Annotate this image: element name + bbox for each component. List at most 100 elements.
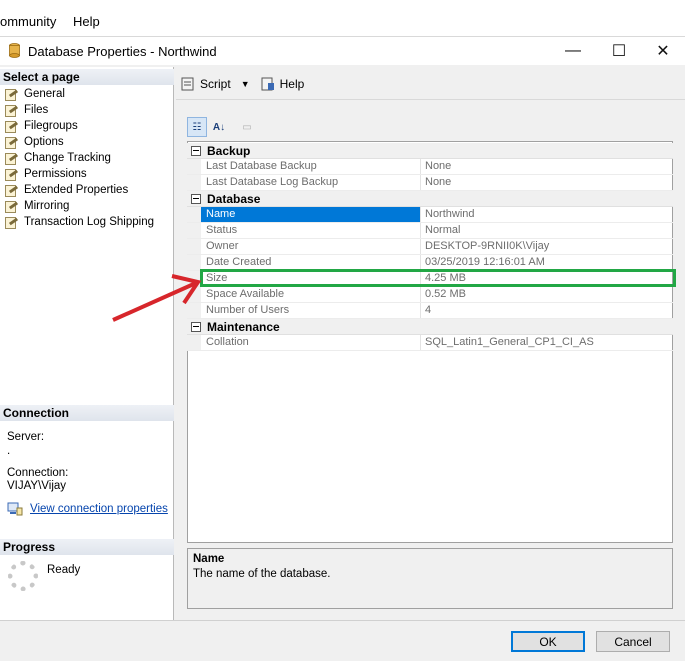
property-name: Status	[201, 223, 421, 238]
property-pages-button[interactable]: ▭	[237, 117, 257, 137]
database-icon	[9, 43, 20, 58]
title-bar: Database Properties - Northwind — ☐ ✕	[0, 37, 685, 65]
collapse-icon[interactable]	[191, 321, 201, 332]
property-name: Last Database Backup	[201, 159, 421, 174]
size-highlight-box	[200, 269, 676, 287]
maximize-button[interactable]: ☐	[596, 37, 642, 65]
description-panel: Name The name of the database.	[187, 548, 673, 609]
minimize-button[interactable]: —	[550, 37, 596, 65]
page-item-files[interactable]: Files	[0, 102, 174, 118]
category-maintenance[interactable]: Maintenance	[187, 319, 673, 335]
script-label: Script	[200, 77, 231, 91]
page-wrench-icon	[3, 103, 20, 117]
progress-header: Progress	[0, 539, 174, 555]
property-row[interactable]: Status Normal	[187, 223, 673, 239]
help-icon	[261, 77, 274, 91]
view-connection-properties[interactable]: View connection properties	[7, 502, 168, 516]
database-properties-dialog: Database Properties - Northwind — ☐ ✕ Se…	[0, 36, 685, 661]
property-value: SQL_Latin1_General_CP1_CI_AS	[425, 336, 594, 348]
page-item-label: Permissions	[24, 168, 87, 180]
property-row-selected[interactable]: Name Northwind	[187, 207, 673, 223]
category-label: Database	[207, 191, 261, 206]
page-wrench-icon	[3, 87, 20, 101]
page-item-label: Filegroups	[24, 120, 78, 132]
category-label: Maintenance	[207, 319, 280, 334]
property-name: Last Database Log Backup	[201, 175, 421, 190]
description-text: The name of the database.	[193, 568, 331, 580]
property-value: DESKTOP-9RNII0K\Vijay	[425, 240, 550, 252]
connection-label: Connection:	[7, 467, 69, 479]
connection-header: Connection	[0, 405, 174, 421]
help-button[interactable]: Help	[260, 76, 305, 92]
property-pages-icon: ▭	[242, 121, 252, 133]
select-page-header: Select a page	[0, 69, 174, 85]
connection-value: VIJAY\Vijay	[7, 480, 67, 492]
view-connection-link[interactable]: View connection properties	[30, 503, 168, 515]
page-item-permissions[interactable]: Permissions	[0, 166, 174, 182]
property-row[interactable]: Last Database Backup None	[187, 159, 673, 175]
ok-button[interactable]: OK	[511, 631, 585, 652]
script-button[interactable]: Script ▼	[180, 76, 250, 92]
alphabetical-button[interactable]: A↓	[209, 117, 229, 137]
property-row[interactable]: Number of Users 4	[187, 303, 673, 319]
property-value: None	[425, 176, 452, 188]
page-wrench-icon	[3, 151, 20, 165]
property-value: 4	[425, 304, 432, 316]
menu-help[interactable]: Help	[73, 14, 100, 29]
collapse-icon[interactable]	[191, 193, 201, 204]
page-item-transaction-log-shipping[interactable]: Transaction Log Shipping	[0, 214, 174, 230]
close-button[interactable]: ✕	[640, 37, 685, 65]
progress-spinner-icon	[8, 561, 38, 591]
property-value: Normal	[425, 224, 461, 236]
property-name: Collation	[201, 335, 421, 350]
property-value: 03/25/2019 12:16:01 AM	[425, 256, 545, 268]
page-item-label: Files	[24, 104, 49, 116]
property-row[interactable]: Last Database Log Backup None	[187, 175, 673, 191]
cancel-button[interactable]: Cancel	[596, 631, 670, 652]
page-wrench-icon	[3, 135, 20, 149]
page-item-extended-properties[interactable]: Extended Properties	[0, 182, 174, 198]
page-wrench-icon	[3, 199, 20, 213]
property-value: Northwind	[425, 208, 475, 220]
property-name: Space Available	[201, 287, 421, 302]
toolbar: Script ▼ Help	[180, 73, 304, 95]
page-item-label: Options	[24, 136, 64, 148]
grid-toolbar: ☷ A↓ ▭	[187, 117, 257, 139]
page-item-change-tracking[interactable]: Change Tracking	[0, 150, 174, 166]
page-wrench-icon	[3, 167, 20, 181]
dialog-footer: OK Cancel	[0, 620, 685, 661]
category-database[interactable]: Database	[187, 191, 673, 207]
property-row[interactable]: Space Available 0.52 MB	[187, 287, 673, 303]
page-item-label: Transaction Log Shipping	[24, 216, 154, 228]
progress-status: Ready	[47, 564, 81, 576]
page-item-label: General	[24, 88, 65, 100]
help-label: Help	[279, 77, 305, 91]
property-name: Number of Users	[201, 303, 421, 318]
page-item-general[interactable]: General	[0, 86, 174, 102]
page-item-filegroups[interactable]: Filegroups	[0, 118, 174, 134]
property-row[interactable]: Collation SQL_Latin1_General_CP1_CI_AS	[187, 335, 673, 351]
property-row[interactable]: Owner DESKTOP-9RNII0K\Vijay	[187, 239, 673, 255]
property-grid: Backup Last Database Backup None Last Dat…	[187, 143, 673, 351]
description-title: Name	[193, 553, 225, 565]
maximize-icon: ☐	[611, 43, 627, 60]
chevron-down-icon: ▼	[240, 79, 250, 89]
page-item-options[interactable]: Options	[0, 134, 174, 150]
property-value: None	[425, 160, 452, 172]
page-item-label: Change Tracking	[24, 152, 111, 164]
page-item-mirroring[interactable]: Mirroring	[0, 198, 174, 214]
categorized-icon: ☷	[192, 121, 202, 133]
sort-az-icon: A↓	[212, 121, 226, 133]
category-backup[interactable]: Backup	[187, 143, 673, 159]
page-wrench-icon	[3, 215, 20, 229]
menu-community[interactable]: ommunity	[0, 14, 56, 29]
page-wrench-icon	[3, 183, 20, 197]
server-value: .	[7, 445, 11, 457]
page-item-label: Mirroring	[24, 200, 70, 212]
left-pane: Select a page General Files Filegroups O…	[0, 67, 174, 620]
minimize-icon: —	[565, 42, 581, 59]
collapse-icon[interactable]	[191, 145, 201, 156]
property-name: Date Created	[201, 255, 421, 270]
categorized-button[interactable]: ☷	[187, 117, 207, 137]
toolbar-divider	[176, 99, 685, 100]
